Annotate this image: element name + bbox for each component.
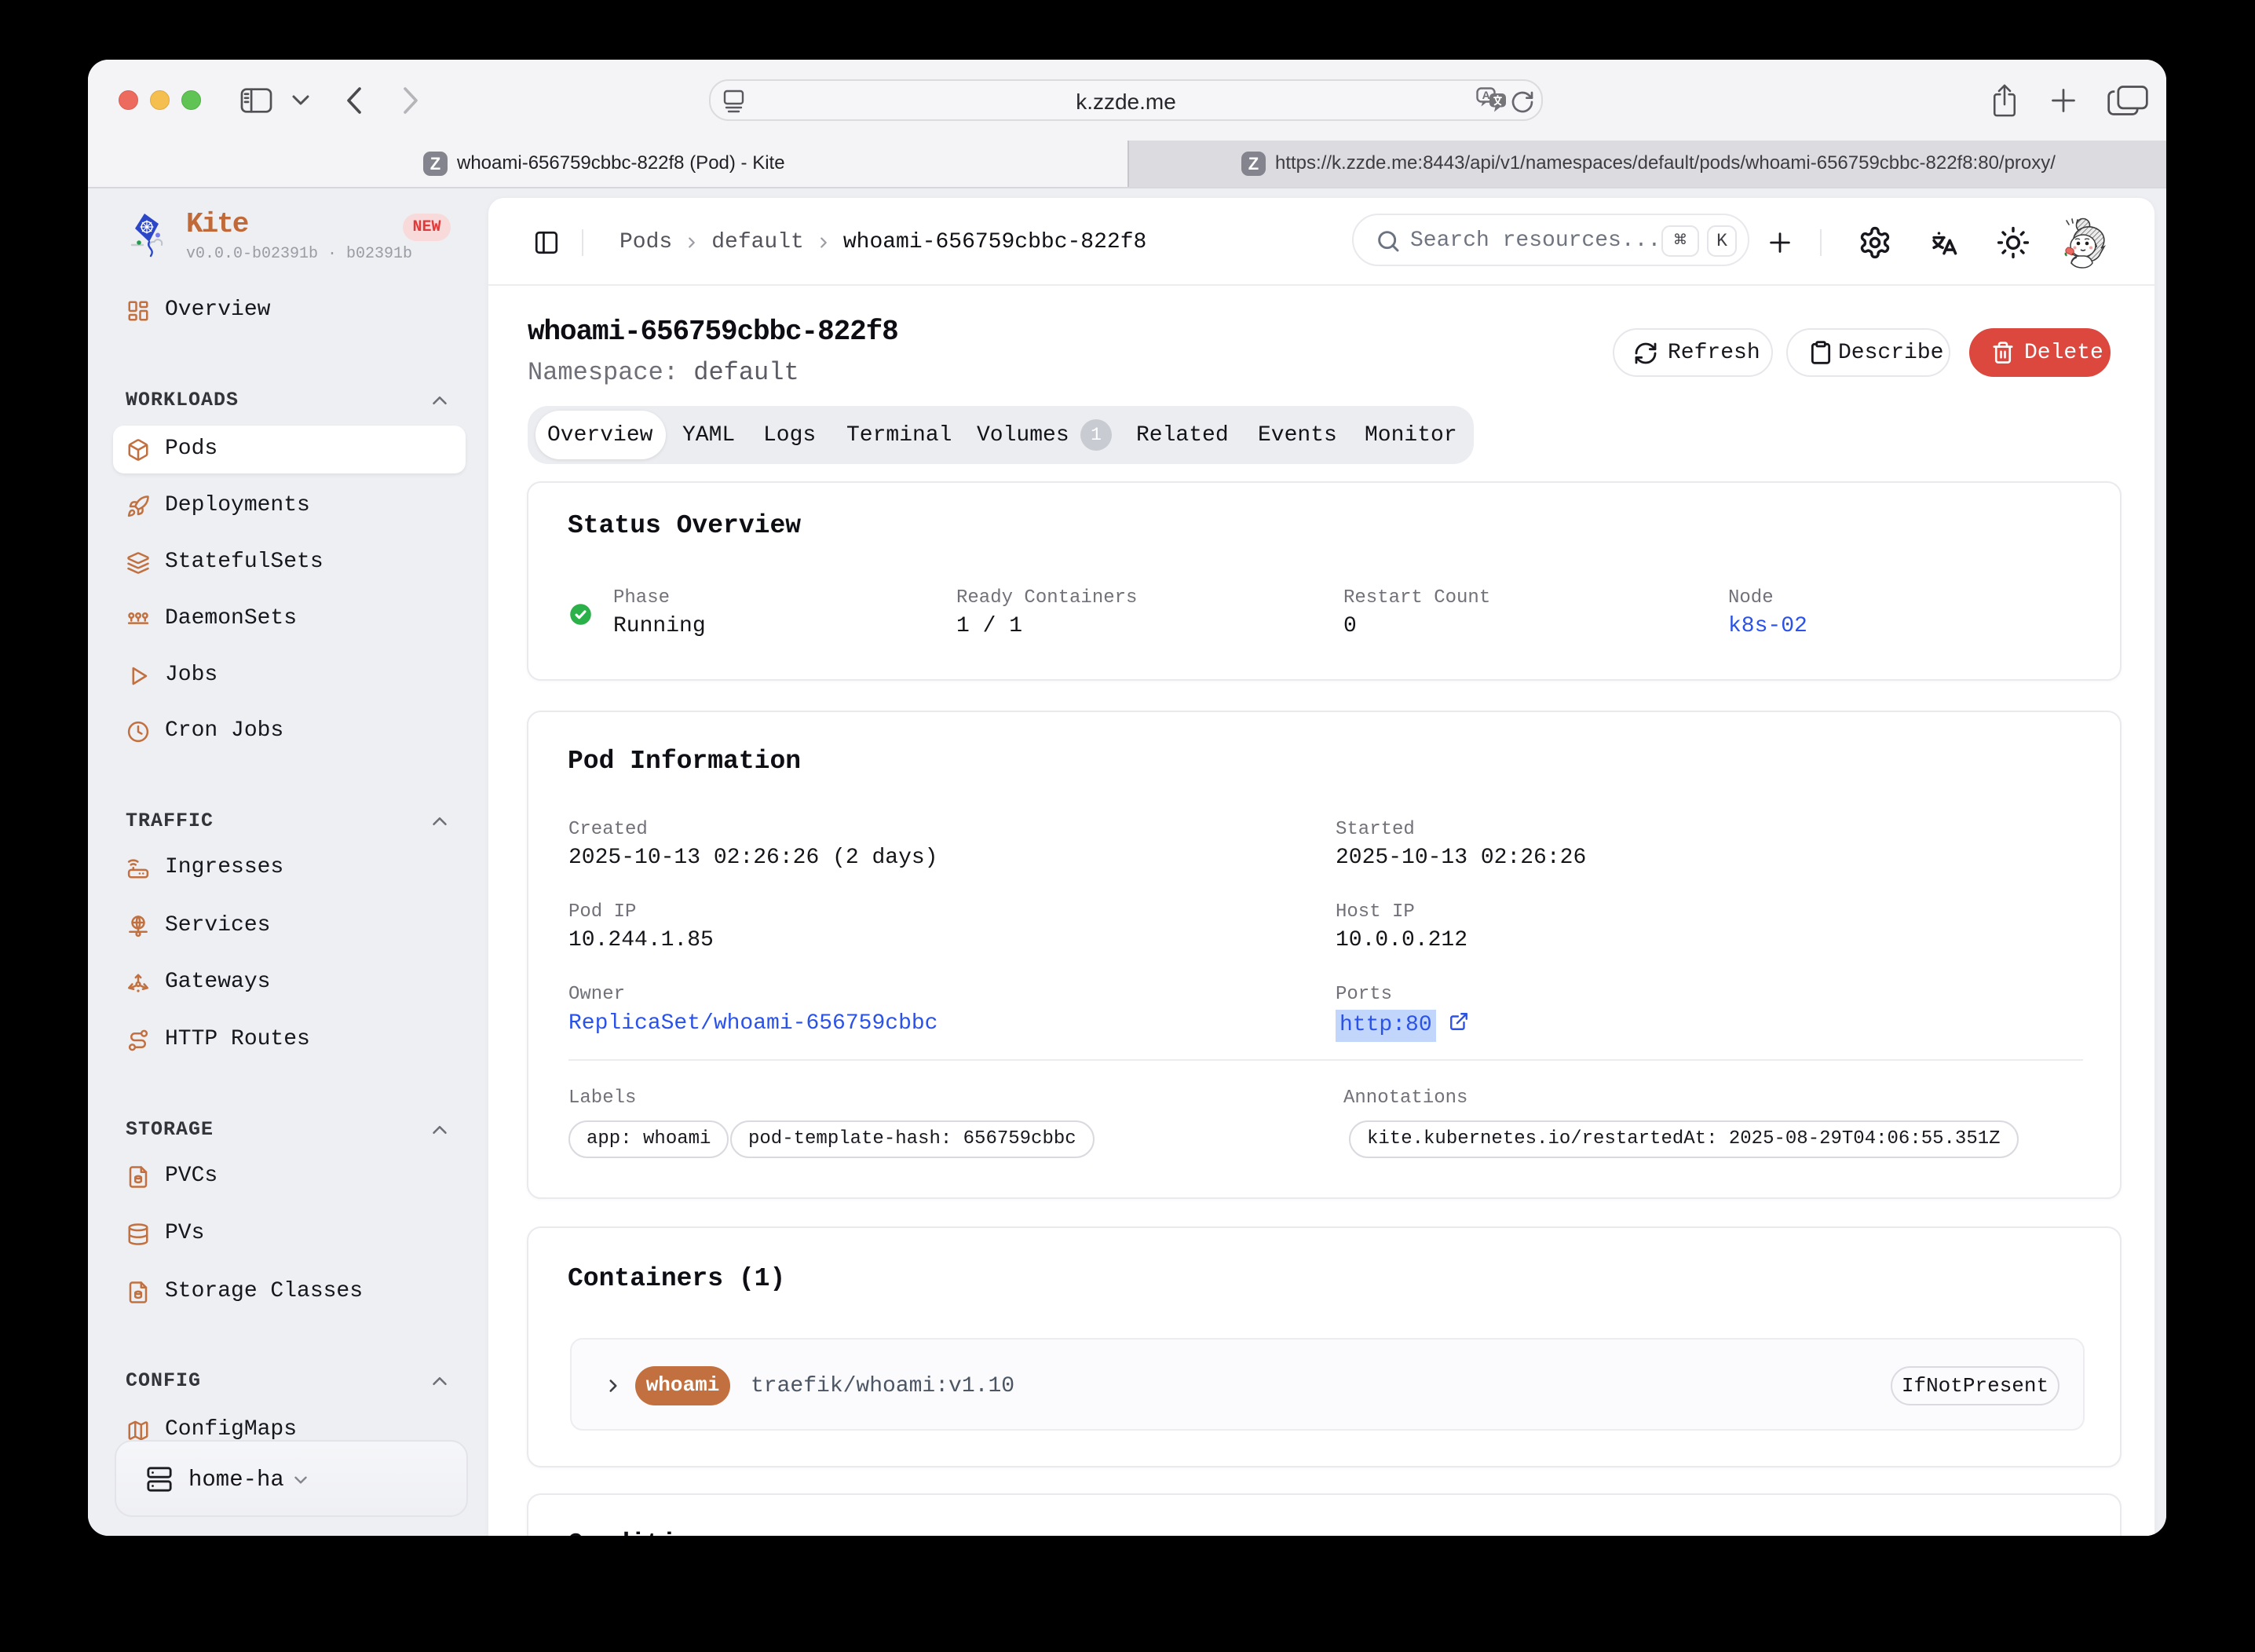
svg-text:A: A	[1482, 89, 1490, 101]
